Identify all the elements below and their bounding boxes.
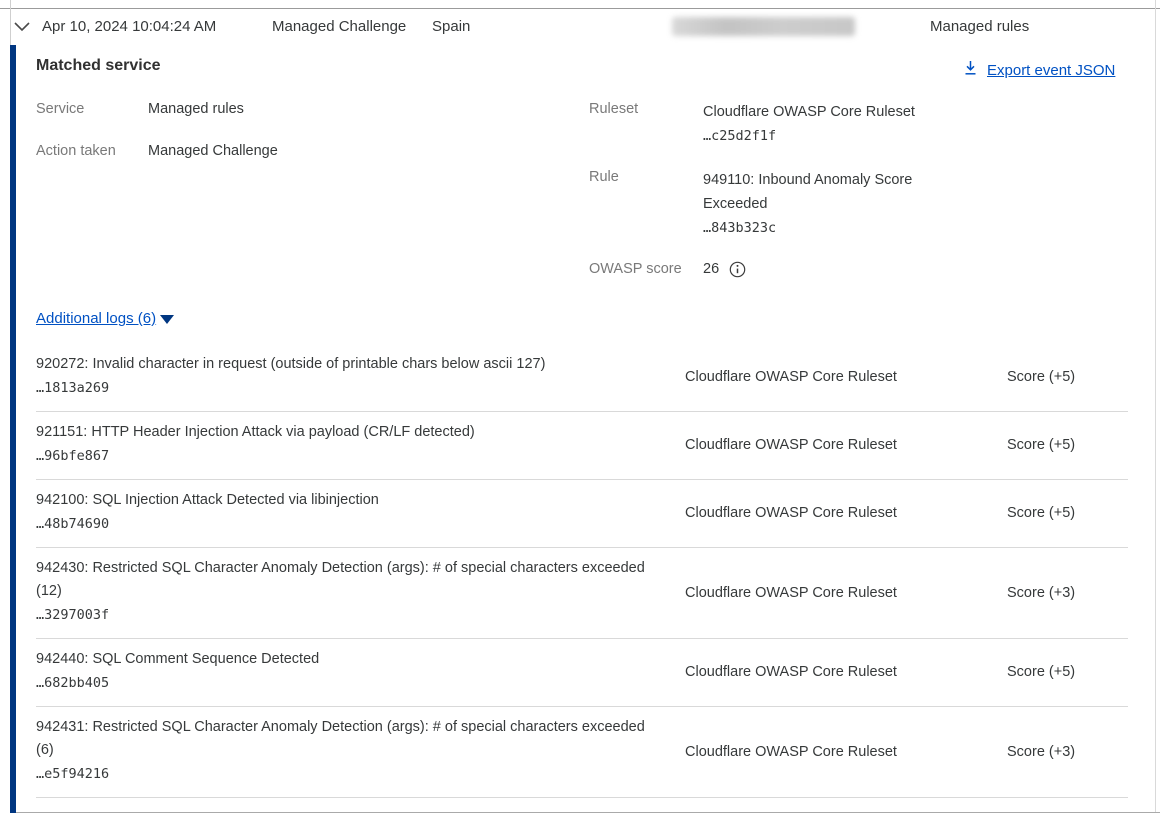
ruleset-value-block: Cloudflare OWASP Core Ruleset …c25d2f1f: [703, 100, 938, 148]
log-title: 942430: Restricted SQL Character Anomaly…: [36, 557, 658, 603]
log-score: Score (+5): [1007, 437, 1128, 453]
matched-service-title: Matched service: [36, 57, 161, 75]
log-score: Score (+5): [1007, 369, 1128, 385]
ruleset-value: Cloudflare OWASP Core Ruleset: [703, 100, 938, 124]
event-timestamp: Apr 10, 2024 10:04:24 AM: [42, 18, 216, 35]
log-row: 942440: SQL Comment Sequence Detected …6…: [36, 639, 1128, 707]
event-country: Spain: [432, 18, 470, 35]
redacted-ray-id: [672, 17, 855, 36]
log-id: …48b74690: [36, 512, 685, 537]
log-row: 942431: Restricted SQL Character Anomaly…: [36, 707, 1128, 798]
table-right-border: [1155, 0, 1156, 813]
firewall-event-detail-page: Apr 10, 2024 10:04:24 AM Managed Challen…: [0, 0, 1160, 818]
log-ruleset: Cloudflare OWASP Core Ruleset: [685, 437, 1007, 453]
log-title: 942100: SQL Injection Attack Detected vi…: [36, 489, 658, 512]
log-title: 920272: Invalid character in request (ou…: [36, 353, 658, 376]
log-ruleset: Cloudflare OWASP Core Ruleset: [685, 369, 1007, 385]
ruleset-label: Ruleset: [589, 101, 638, 117]
event-action: Managed Challenge: [272, 18, 406, 35]
event-summary-row[interactable]: Apr 10, 2024 10:04:24 AM Managed Challen…: [0, 8, 1155, 45]
triangle-down-icon: [160, 315, 174, 324]
export-event-json-link[interactable]: Export event JSON: [987, 62, 1115, 79]
chevron-down-icon[interactable]: [13, 20, 31, 34]
service-label: Service: [36, 101, 84, 117]
log-score: Score (+5): [1007, 505, 1128, 521]
rule-label: Rule: [589, 169, 619, 185]
expanded-row-accent-bar: [10, 45, 16, 813]
log-score: Score (+3): [1007, 744, 1128, 760]
rule-id: …843b323c: [703, 216, 935, 240]
log-row: 921151: HTTP Header Injection Attack via…: [36, 412, 1128, 480]
log-row: 942430: Restricted SQL Character Anomaly…: [36, 548, 1128, 639]
ruleset-id: …c25d2f1f: [703, 124, 938, 148]
owasp-score-label: OWASP score: [589, 261, 682, 277]
log-ruleset: Cloudflare OWASP Core Ruleset: [685, 744, 1007, 760]
log-id: …3297003f: [36, 603, 685, 628]
log-id: …1813a269: [36, 376, 685, 401]
rule-value: 949110: Inbound Anomaly Score Exceeded: [703, 168, 935, 216]
log-score: Score (+3): [1007, 585, 1128, 601]
log-ruleset: Cloudflare OWASP Core Ruleset: [685, 585, 1007, 601]
download-icon: [963, 60, 978, 81]
log-ruleset: Cloudflare OWASP Core Ruleset: [685, 664, 1007, 680]
log-row: 942100: SQL Injection Attack Detected vi…: [36, 480, 1128, 548]
log-id: …682bb405: [36, 671, 685, 696]
log-title: 942431: Restricted SQL Character Anomaly…: [36, 716, 658, 762]
additional-logs-table: 920272: Invalid character in request (ou…: [36, 344, 1128, 798]
log-ruleset: Cloudflare OWASP Core Ruleset: [685, 505, 1007, 521]
info-icon[interactable]: [729, 261, 746, 278]
event-service: Managed rules: [930, 18, 1029, 35]
log-row: 920272: Invalid character in request (ou…: [36, 344, 1128, 412]
service-value: Managed rules: [148, 101, 244, 117]
log-title: 921151: HTTP Header Injection Attack via…: [36, 421, 658, 444]
log-id: …e5f94216: [36, 762, 685, 787]
additional-logs-link[interactable]: Additional logs (6): [36, 310, 156, 327]
row-bottom-divider: [12, 812, 1160, 813]
rule-value-block: 949110: Inbound Anomaly Score Exceeded ……: [703, 168, 935, 240]
action-taken-value: Managed Challenge: [148, 143, 278, 159]
export-event-json[interactable]: Export event JSON: [963, 60, 1115, 81]
log-id: …96bfe867: [36, 444, 685, 469]
log-title: 942440: SQL Comment Sequence Detected: [36, 648, 658, 671]
log-score: Score (+5): [1007, 664, 1128, 680]
action-taken-label: Action taken: [36, 143, 116, 159]
additional-logs-toggle[interactable]: Additional logs (6): [36, 310, 174, 327]
owasp-score-value: 26: [703, 261, 719, 277]
